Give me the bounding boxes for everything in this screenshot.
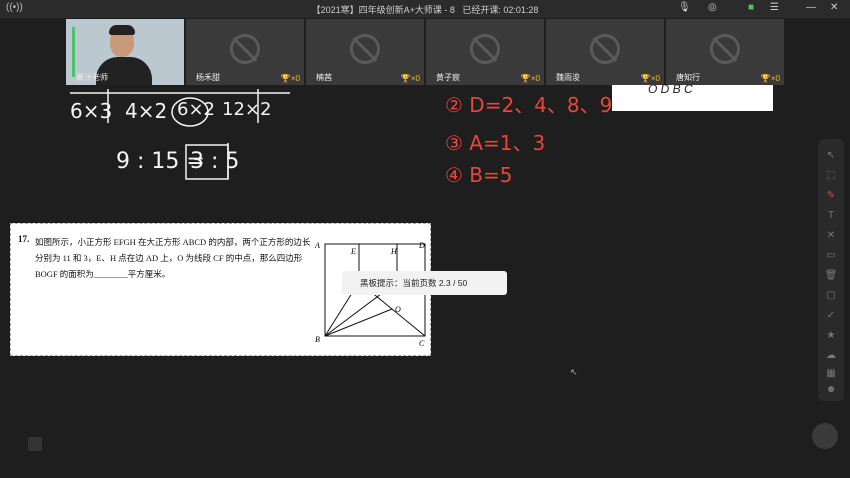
camera-off-icon bbox=[590, 34, 620, 64]
cloud-icon[interactable]: ☁ bbox=[824, 349, 838, 363]
red-text: ④ B=5 bbox=[445, 163, 513, 187]
label-b: B bbox=[315, 335, 320, 344]
teacher-video[interactable]: 果汁老师 bbox=[66, 19, 184, 85]
page-icon[interactable]: ▢ bbox=[824, 289, 838, 303]
title-bar: ((•)) 【2021寒】四年级创新A+大师课 - 8 已经开课: 02:01:… bbox=[0, 0, 850, 18]
camera-off-icon bbox=[710, 34, 740, 64]
eraser-icon[interactable]: ✕ bbox=[824, 229, 838, 243]
trophy-count: 🏆×0 bbox=[280, 74, 300, 83]
problem-text: 如图所示，小正方形 EFGH 在大正方形 ABCD 的内部，两个正方形的边长分别… bbox=[35, 237, 311, 279]
problem-number: 17. bbox=[18, 234, 30, 244]
trophy-count: 🏆×0 bbox=[400, 74, 420, 83]
ratio-answer: 3 : 5 bbox=[190, 149, 240, 174]
paper-snippet: O D B C bbox=[612, 82, 773, 111]
close-icon[interactable]: ✕ bbox=[830, 2, 838, 13]
white-text: 12×2 bbox=[222, 99, 272, 120]
label-d: D bbox=[418, 241, 425, 250]
paper-letters: O D B C bbox=[648, 82, 693, 96]
participant-name: 魏雨浚 bbox=[556, 73, 580, 82]
student-video[interactable]: 唐知行 🏆×0 bbox=[666, 19, 784, 85]
speaker-icon[interactable]: ◎ bbox=[708, 2, 717, 13]
participant-name: 果汁老师 bbox=[76, 73, 108, 82]
white-text: 6×3 bbox=[70, 99, 113, 123]
student-video[interactable]: 杨禾甜 🏆×0 bbox=[186, 19, 304, 85]
elapsed-time: 已经开课: 02:01:28 bbox=[462, 5, 539, 15]
chat-icon[interactable]: ■ bbox=[748, 2, 754, 13]
window-title: 【2021寒】四年级创新A+大师课 - 8 已经开课: 02:01:28 bbox=[0, 3, 850, 16]
text-icon[interactable]: T bbox=[824, 209, 838, 223]
audio-level bbox=[72, 27, 75, 77]
participant-name: 杨禾甜 bbox=[196, 73, 220, 82]
label-c: C bbox=[419, 339, 425, 348]
reward-icon[interactable]: ★ bbox=[824, 329, 838, 343]
trophy-count: 🏆×0 bbox=[520, 74, 540, 83]
page-tooltip: 黑板提示：当前页数 2.3 / 50 bbox=[342, 271, 507, 295]
cursor-icon[interactable]: ↖ bbox=[824, 149, 838, 163]
whiteboard[interactable]: 6×3 4×2 6×2 12×2 9 : 15 = 3 : 5 ② D=2、4、… bbox=[0, 82, 850, 478]
video-strip: 果汁老师 杨禾甜 🏆×0 楠茜 🏆×0 黄子宸 🏆×0 魏雨浚 🏆×0 唐知行 … bbox=[66, 19, 786, 85]
camera-off-icon bbox=[470, 34, 500, 64]
select-icon[interactable]: ⬚ bbox=[824, 169, 838, 183]
student-video[interactable]: 黄子宸 🏆×0 bbox=[426, 19, 544, 85]
pen-icon[interactable]: ✎ bbox=[824, 189, 838, 203]
shape-icon[interactable]: ▭ bbox=[824, 249, 838, 263]
mic-icon[interactable]: 🎙 bbox=[678, 2, 691, 13]
check-icon[interactable]: ✓ bbox=[824, 309, 838, 323]
board-toolbar: ↖ ⬚ ✎ T ✕ ▭ 🗑 ▢ ✓ ★ ☁ ▦ ☻ bbox=[818, 139, 844, 401]
red-text: ③ A=1、3 bbox=[445, 131, 546, 155]
label-o: O bbox=[395, 305, 401, 314]
label-a: A bbox=[314, 241, 320, 250]
red-text: ② D=2、4、8、9 bbox=[445, 93, 613, 117]
camera-off-icon bbox=[230, 34, 260, 64]
white-text: 6×2 bbox=[177, 99, 215, 120]
participant-name: 楠茜 bbox=[316, 73, 332, 82]
participant-name: 黄子宸 bbox=[436, 73, 460, 82]
group-icon[interactable]: ☻ bbox=[824, 383, 838, 397]
student-video[interactable]: 魏雨浚 🏆×0 bbox=[546, 19, 664, 85]
camera-off-icon bbox=[350, 34, 380, 64]
stop-button[interactable] bbox=[28, 437, 42, 451]
trash-icon[interactable]: 🗑 bbox=[824, 269, 838, 283]
grid-icon[interactable]: ▦ bbox=[824, 367, 838, 381]
class-title: 【2021寒】四年级创新A+大师课 - 8 bbox=[311, 5, 455, 15]
student-video[interactable]: 楠茜 🏆×0 bbox=[306, 19, 424, 85]
teacher-hair bbox=[109, 25, 135, 35]
label-e: E bbox=[350, 247, 356, 256]
white-text: 4×2 bbox=[125, 99, 168, 123]
raise-hand-button[interactable] bbox=[812, 423, 838, 449]
menu-icon[interactable]: ☰ bbox=[770, 2, 779, 13]
cursor-icon: ↖ bbox=[570, 367, 578, 377]
minimize-icon[interactable]: — bbox=[806, 2, 816, 13]
trophy-count: 🏆×0 bbox=[760, 74, 780, 83]
